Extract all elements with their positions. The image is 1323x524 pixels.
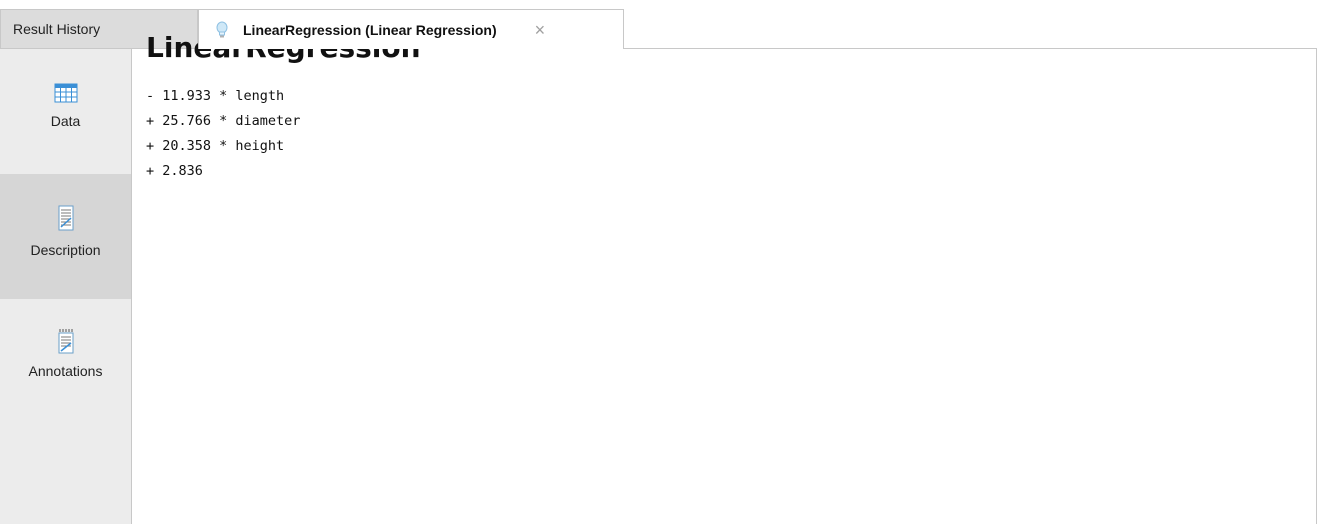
sidebar-item-description-label: Description [30,242,101,258]
sidebar-item-description[interactable]: Description [0,174,131,299]
sidebar-item-annotations[interactable]: Annotations [0,299,131,424]
formula-line: + 25.766 * diameter [146,113,301,129]
lightbulb-icon [215,21,229,39]
formula-line: - 11.933 * length [146,88,285,104]
sidebar-item-data-label: Data [50,113,81,129]
document-icon [54,204,78,231]
table-icon [54,81,78,105]
notepad-icon [54,327,78,354]
tab-linear-regression[interactable]: LinearRegression (Linear Regression) × [198,9,624,49]
sidebar-item-annotations-label: Annotations [28,363,103,379]
formula-line: + 2.836 [146,163,203,179]
tab-result-history-label: Result History [13,21,101,37]
tab-linear-regression-label: LinearRegression (Linear Regression) [243,21,497,38]
close-icon[interactable]: × [535,21,546,39]
tab-bar: Result History LinearRegression (Linear … [0,0,1323,49]
description-content: LinearRegression - 11.933 * length + 25.… [146,30,421,184]
app-window: Result History LinearRegression (Linear … [0,0,1323,524]
formula-line: + 20.358 * height [146,138,285,154]
sidebar-item-data[interactable]: Data [0,49,131,174]
view-sidebar: Data Description Annotations [0,49,132,524]
